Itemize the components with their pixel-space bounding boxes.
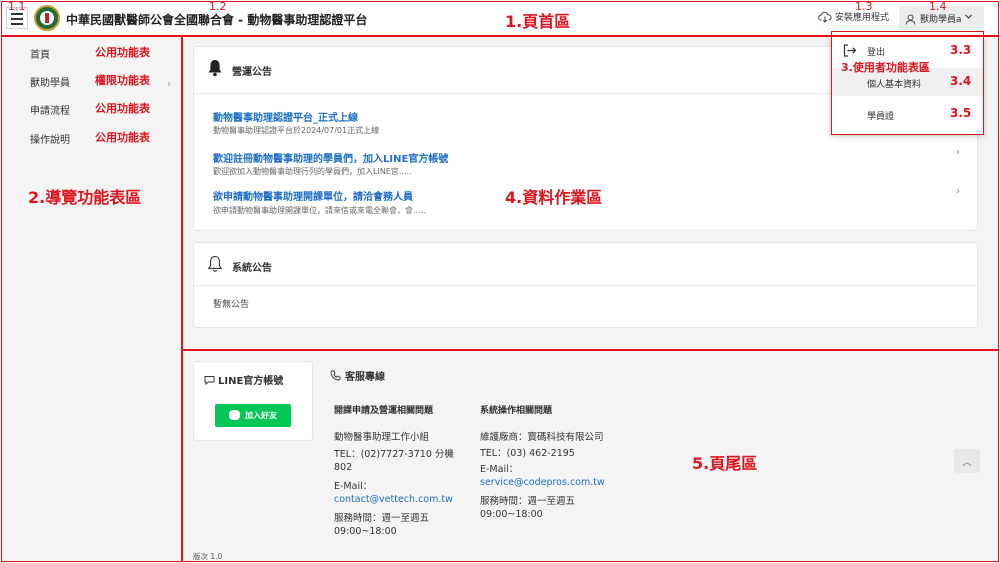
footer-region-box bbox=[182, 350, 999, 562]
annotation-label: 3.使用者功能表區 bbox=[841, 61, 930, 74]
annotation-label: 1.3 bbox=[855, 0, 873, 13]
annotation-label: 公用功能表 bbox=[95, 131, 150, 144]
annotation-label: 4.資料作業區 bbox=[505, 188, 603, 207]
annotation-label: 2.導覽功能表區 bbox=[28, 188, 142, 207]
annotation-label: 3.3 bbox=[950, 43, 972, 57]
annotation-label: 1.2 bbox=[209, 0, 227, 13]
annotation-label: 公用功能表 bbox=[95, 46, 150, 59]
annotation-label: 5.頁尾區 bbox=[692, 454, 758, 473]
nav-region-box bbox=[1, 36, 182, 562]
annotation-label: 權限功能表 bbox=[95, 74, 150, 87]
annotation-label: 1.頁首區 bbox=[505, 12, 571, 31]
annotation-label: 3.4 bbox=[950, 74, 972, 88]
annotation-label: 1.4 bbox=[929, 0, 947, 13]
annotation-label: 公用功能表 bbox=[95, 102, 150, 115]
annotation-label: 1.1 bbox=[8, 0, 26, 13]
page: 中華民國獸醫師公會全國聯合會 - 動物醫事助理認證平台 安裝應用程式 獸助學員a… bbox=[0, 0, 1000, 563]
annotation-label: 3.5 bbox=[950, 106, 972, 120]
